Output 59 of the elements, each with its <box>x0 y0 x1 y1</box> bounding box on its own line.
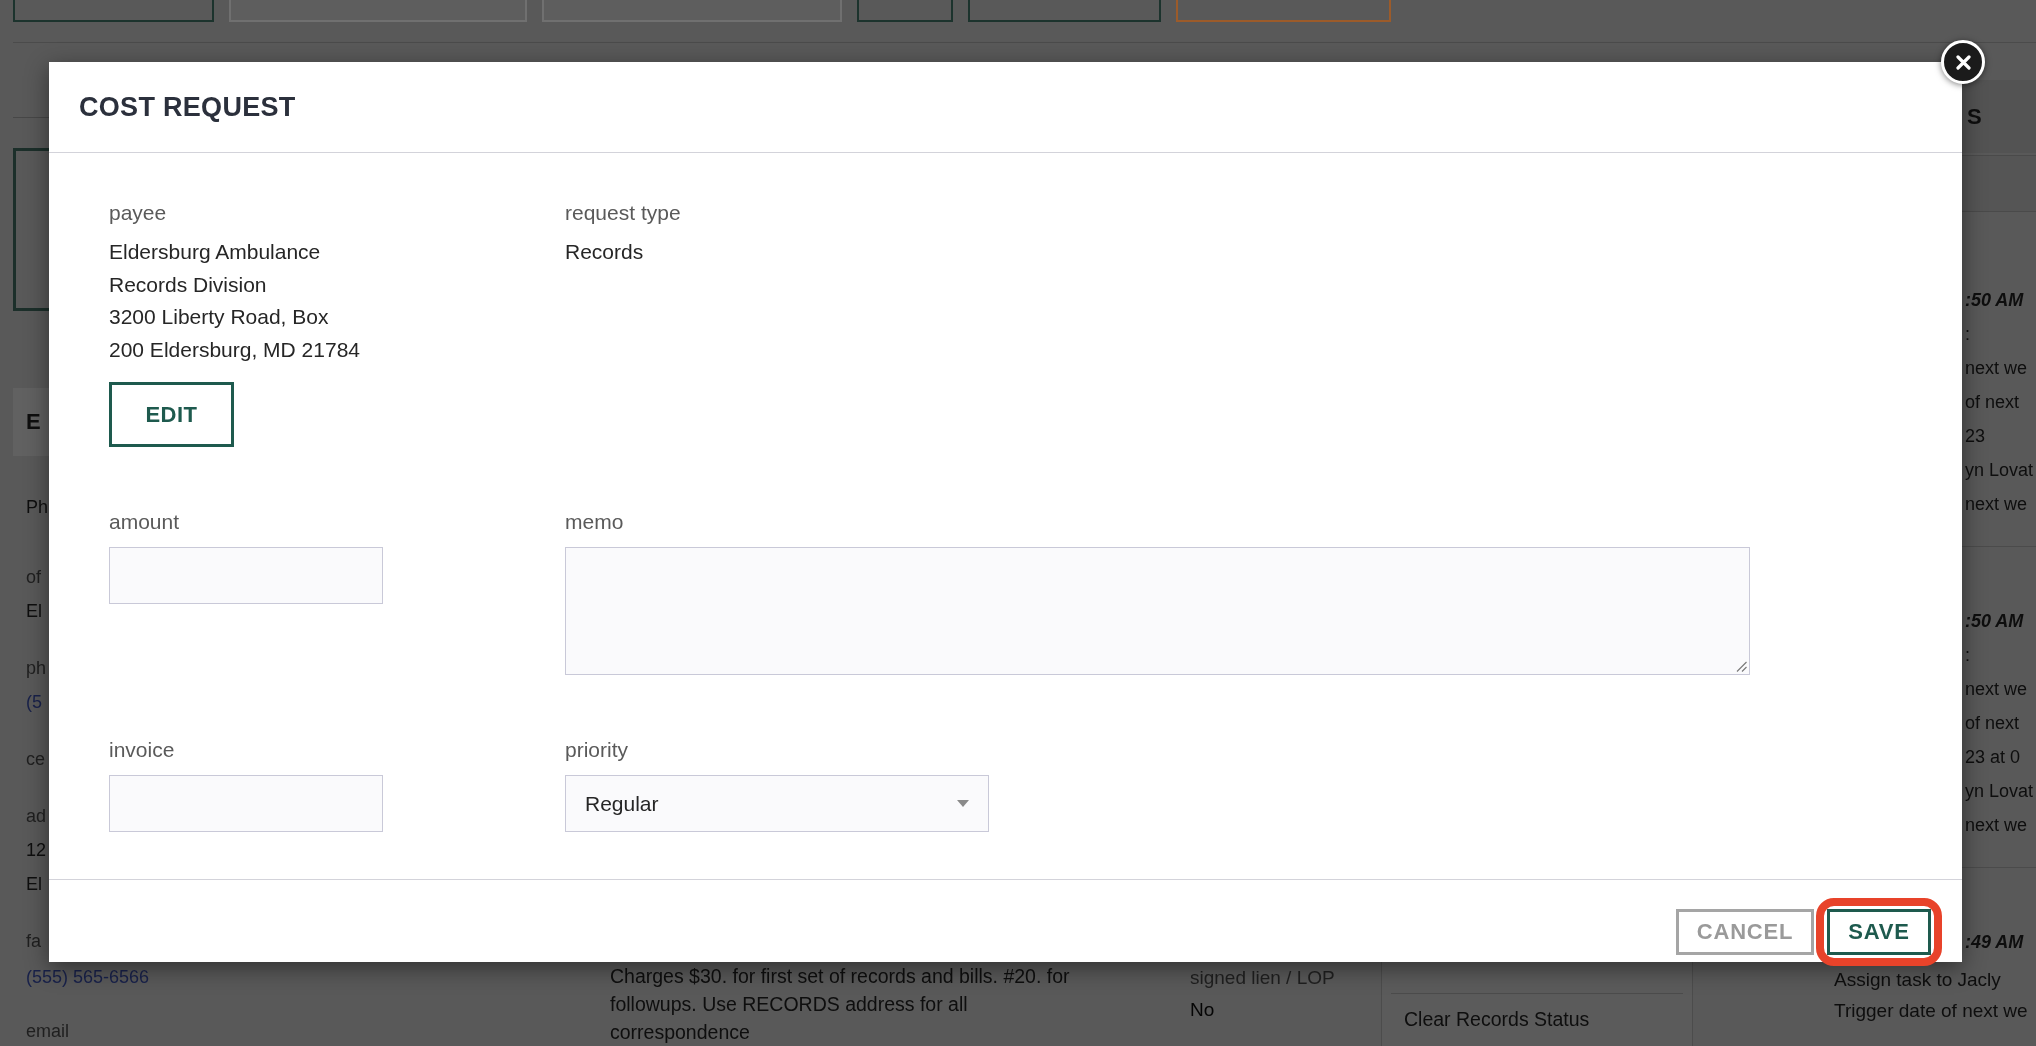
field-value: 12 <box>26 839 47 862</box>
activity-time: :49 AM <box>1964 931 2024 954</box>
activity-text: 23 <box>1964 425 1986 448</box>
field-label: of <box>26 566 41 589</box>
activity-text: next we <box>1964 357 2028 380</box>
note-text: Charges $30. for first set of records and bills. #20. for followups. Use RECORDS address for all correspondence <box>610 964 1070 1045</box>
close-icon <box>1955 54 1971 70</box>
field-value: El <box>26 873 42 896</box>
menu-item[interactable]: Clear Records Status <box>1404 1005 1590 1033</box>
contact-link[interactable]: (5 <box>26 685 42 719</box>
caret-icon <box>957 800 969 807</box>
activity-text: Trigger date of next we <box>1834 999 2028 1023</box>
field-label: payee <box>109 200 167 226</box>
panel-title: E <box>26 409 41 435</box>
dialog-title: COST REQUEST <box>79 91 296 123</box>
activity-text: next we <box>1964 814 2028 837</box>
activity-text: Assign task to Jacly <box>1834 968 2001 992</box>
field-value: El <box>26 600 42 623</box>
activity-text: 23 at 0 <box>1964 746 2021 769</box>
cancel-button[interactable]: CANCEL <box>1676 909 1814 955</box>
memo-field[interactable] <box>565 547 1750 675</box>
field-label: ad <box>26 805 47 828</box>
field-label: ce <box>26 748 45 771</box>
activity-time: :50 AM <box>1964 610 2024 633</box>
activity-text: of next <box>1964 712 2020 735</box>
activity-time: :50 AM <box>1964 289 2024 312</box>
field-label: email <box>26 1020 69 1043</box>
priority-select[interactable]: Regular <box>565 775 989 832</box>
edit-button[interactable]: EDIT <box>109 382 234 447</box>
field-label: ph <box>26 657 47 680</box>
amount-field[interactable] <box>109 547 383 604</box>
activity-text: of next <box>1964 391 2020 414</box>
contact-link[interactable]: (555) 565-6566 <box>26 962 150 992</box>
resize-grip-icon[interactable] <box>1736 661 1747 672</box>
payee-address: Eldersburg Ambulance Records Division 3200 Liberty Road, Box 200 Eldersburg, MD 21784 <box>109 239 360 363</box>
field-value: No <box>1190 998 1215 1022</box>
field-label: fa <box>26 930 41 953</box>
toolbar-button[interactable] <box>857 0 953 22</box>
invoice-field[interactable] <box>109 775 383 832</box>
activity-text: next we <box>1964 493 2028 516</box>
field-label: amount <box>109 509 180 535</box>
field-value: Records <box>565 239 644 265</box>
save-button[interactable]: SAVE <box>1827 909 1931 955</box>
activity-text: next we <box>1964 678 2028 701</box>
field-label: priority <box>565 737 628 763</box>
activity-text: : <box>1964 323 1970 346</box>
field-label: invoice <box>109 737 175 763</box>
toolbar-button[interactable] <box>13 0 214 22</box>
activity-text: yn Lovat <box>1964 780 2034 803</box>
field-label: request type <box>565 200 681 226</box>
field-label: signed lien / LOP <box>1190 966 1335 990</box>
toolbar-button[interactable] <box>1176 0 1391 22</box>
activity-text: yn Lovat <box>1964 459 2034 482</box>
close-button[interactable] <box>1941 40 1985 84</box>
panel-text: Ph <box>26 496 49 519</box>
panel-title: S <box>1967 103 1982 130</box>
field-label: memo <box>565 509 624 535</box>
toolbar-button[interactable] <box>968 0 1161 22</box>
activity-text: : <box>1964 644 1970 667</box>
